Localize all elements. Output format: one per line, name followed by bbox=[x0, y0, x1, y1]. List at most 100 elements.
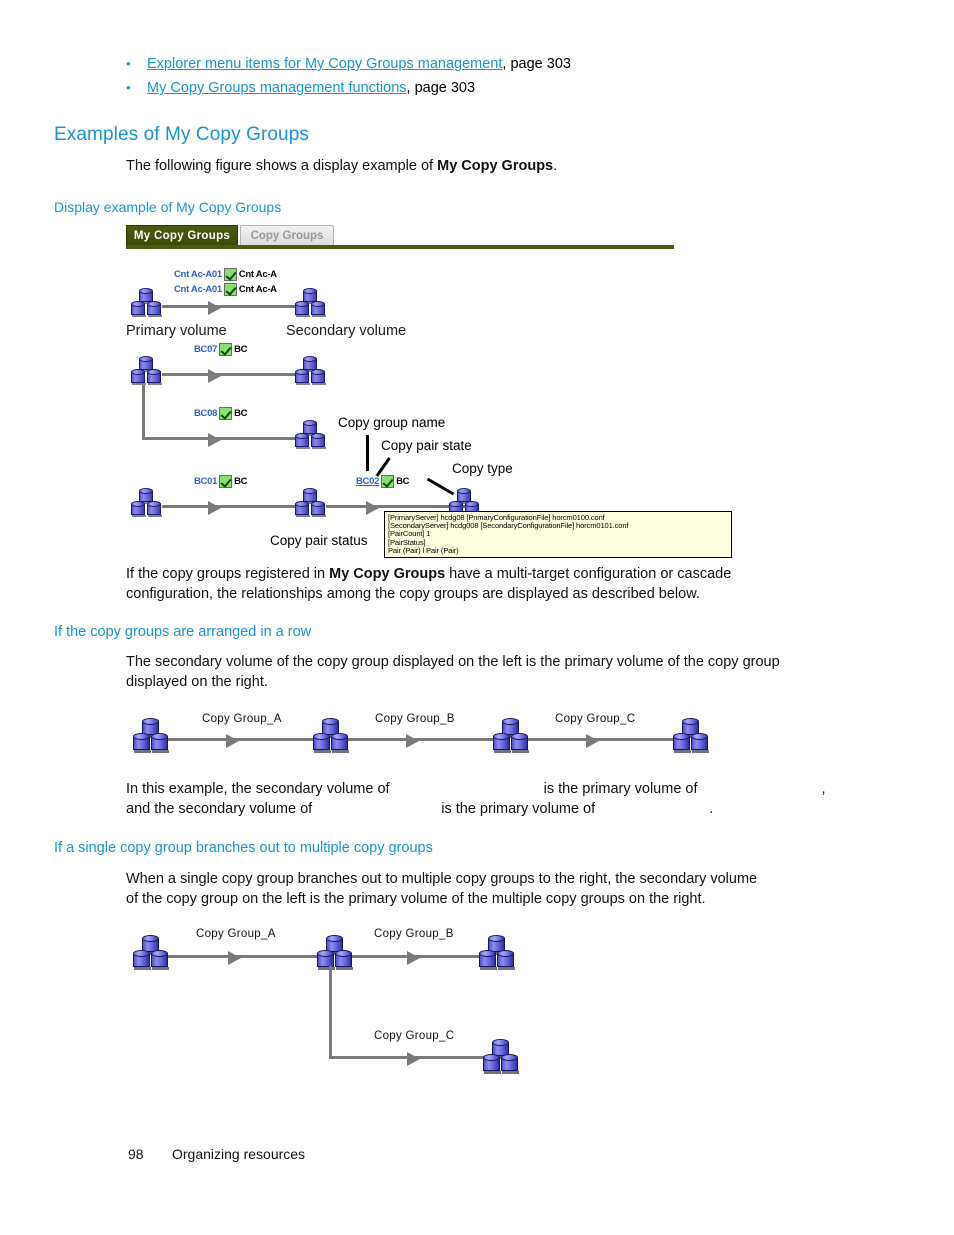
heading-branches-out: If a single copy group branches out to m… bbox=[54, 840, 433, 856]
volume-icon-row-1 bbox=[132, 717, 170, 753]
leader-line-copy-pair-state bbox=[375, 457, 391, 477]
volume-icon-branch-c bbox=[482, 1038, 520, 1074]
copy-type-label: BC bbox=[234, 408, 248, 419]
tab-bar: My Copy Groups Copy Groups bbox=[126, 225, 674, 249]
copy-group-name[interactable]: BC08 bbox=[194, 408, 217, 419]
page-ref: , page 303 bbox=[502, 56, 571, 72]
branch-connector-vertical bbox=[329, 966, 332, 1058]
row-example-paragraph: In this example, the secondary volume of… bbox=[126, 779, 826, 819]
connector-line bbox=[162, 373, 300, 376]
arrow-icon bbox=[407, 1052, 420, 1066]
secondary-volume-label: Secondary volume bbox=[286, 323, 407, 339]
row-para-line1: The secondary volume of the copy group d… bbox=[126, 654, 780, 670]
list-item: • My Copy Groups management functions, p… bbox=[126, 76, 826, 100]
tab-copy-groups[interactable]: Copy Groups bbox=[240, 225, 334, 245]
cross-reference-list: • Explorer menu items for My Copy Groups… bbox=[126, 52, 826, 100]
row-example-2b: is the primary volume of bbox=[441, 801, 596, 817]
intro-text-bold: My Copy Groups bbox=[437, 158, 554, 174]
heading-arranged-in-row: If the copy groups are arranged in a row bbox=[54, 624, 312, 640]
copy-type-label: BC bbox=[234, 344, 248, 355]
copy-group-label-cntaca01-1[interactable]: Cnt Ac-A01 Cnt Ac-A bbox=[174, 268, 277, 281]
copy-group-name[interactable]: BC02 bbox=[356, 476, 379, 487]
volume-icon-primary-4 bbox=[130, 487, 164, 519]
copy-group-label-bc02[interactable]: BC02 BC bbox=[356, 475, 410, 488]
multi-target-bold: My Copy Groups bbox=[329, 566, 446, 582]
arrow-icon bbox=[407, 951, 420, 965]
leader-line-copy-group-name bbox=[366, 435, 369, 471]
arrow-icon bbox=[226, 734, 239, 748]
volume-icon-secondary-3 bbox=[294, 419, 328, 451]
volume-icon-row-3 bbox=[492, 717, 530, 753]
branch-connector-horizontal bbox=[142, 437, 300, 440]
copy-group-label-cntaca01-2[interactable]: Cnt Ac-A01 Cnt Ac-A bbox=[174, 283, 277, 296]
branch-connector-vertical bbox=[142, 385, 145, 439]
branch-chain-diagram: Copy Group_A Copy Group_B Copy Group_C bbox=[126, 920, 556, 1085]
arrow-icon bbox=[586, 734, 599, 748]
branch-label-a: Copy Group_A bbox=[196, 928, 276, 940]
connector-line bbox=[168, 955, 318, 958]
branch-para-line2: of the copy group on the left is the pri… bbox=[126, 891, 706, 907]
volume-icon-middle-4 bbox=[294, 487, 328, 519]
page-number: 98 bbox=[128, 1146, 144, 1162]
row-example-1b: is the primary volume of bbox=[543, 781, 698, 797]
row-label-b: Copy Group_B bbox=[375, 713, 455, 725]
figure-caption: Display example of My Copy Groups bbox=[54, 199, 282, 215]
intro-paragraph: The following figure shows a display exa… bbox=[126, 156, 557, 176]
copy-pair-state-icon bbox=[381, 475, 395, 488]
volume-icon-secondary-2 bbox=[294, 355, 328, 387]
row-example-2a: and the secondary volume of bbox=[126, 801, 313, 817]
copy-group-name[interactable]: Cnt Ac-A01 bbox=[174, 284, 222, 295]
row-chain-diagram: Copy Group_A Copy Group_B Copy Group_C bbox=[126, 705, 746, 765]
row-example-1a: In this example, the secondary volume of bbox=[126, 781, 390, 797]
annotation-copy-type: Copy type bbox=[452, 461, 513, 476]
volume-icon-branch-middle bbox=[316, 934, 354, 970]
copy-group-label-bc08[interactable]: BC08 BC bbox=[194, 407, 248, 420]
primary-volume-label: Primary volume bbox=[126, 323, 227, 339]
copy-group-name[interactable]: Cnt Ac-A01 bbox=[174, 269, 222, 280]
volume-icon-row-2 bbox=[312, 717, 350, 753]
copy-group-name[interactable]: BC07 bbox=[194, 344, 217, 355]
link-management-functions[interactable]: My Copy Groups management functions bbox=[147, 76, 407, 100]
multi-target-line2: configuration, the relationships among t… bbox=[126, 586, 700, 602]
copy-pair-state-icon bbox=[223, 283, 237, 296]
page-title: Examples of My Copy Groups bbox=[54, 124, 309, 145]
tooltip-line: Pair (Pair) l Pair (Pair) bbox=[388, 545, 459, 555]
volume-icon-branch-source bbox=[132, 934, 170, 970]
bullet-icon: • bbox=[126, 80, 131, 95]
row-example-2c: . bbox=[709, 801, 714, 817]
intro-text-post: . bbox=[553, 158, 558, 174]
volume-icon-row-4 bbox=[672, 717, 710, 753]
copy-group-label-bc01[interactable]: BC01 BC bbox=[194, 475, 248, 488]
volume-icon-branch-b bbox=[478, 934, 516, 970]
tab-my-copy-groups[interactable]: My Copy Groups bbox=[126, 225, 238, 245]
connector-line bbox=[528, 738, 674, 741]
link-explorer-menu-items[interactable]: Explorer menu items for My Copy Groups m… bbox=[147, 52, 502, 76]
copy-pair-status-tooltip: [PrimaryServer] hcdg08 [PrimaryConfigura… bbox=[384, 511, 732, 559]
branch-label-b: Copy Group_B bbox=[374, 928, 454, 940]
connector-line bbox=[326, 505, 466, 508]
volume-icon-primary-1 bbox=[130, 287, 164, 319]
branch-label-c: Copy Group_C bbox=[374, 1030, 455, 1042]
row-para-line2: displayed on the right. bbox=[126, 674, 268, 690]
copy-group-name[interactable]: BC01 bbox=[194, 476, 217, 487]
intro-text-pre: The following figure shows a display exa… bbox=[126, 158, 438, 174]
arrow-icon bbox=[208, 369, 221, 383]
copy-pair-state-icon bbox=[219, 475, 233, 488]
volume-icon-primary-2 bbox=[130, 355, 164, 387]
branch-explanation-paragraph: When a single copy group branches out to… bbox=[126, 869, 826, 909]
my-copy-groups-figure: My Copy Groups Copy Groups Cnt Ac-A01 Cn… bbox=[126, 225, 826, 559]
copy-type-label: Cnt Ac-A bbox=[238, 284, 277, 295]
connector-line bbox=[162, 505, 300, 508]
arrow-icon bbox=[208, 501, 221, 515]
page-ref: , page 303 bbox=[406, 80, 476, 96]
annotation-copy-pair-state: Copy pair state bbox=[381, 438, 472, 453]
annotation-copy-group-name: Copy group name bbox=[338, 415, 446, 430]
multi-target-post: have a multi-target configuration or cas… bbox=[445, 566, 732, 582]
row-example-1c: , bbox=[821, 781, 826, 797]
bullet-icon: • bbox=[126, 56, 131, 71]
copy-pair-state-icon bbox=[219, 407, 233, 420]
copy-pair-state-icon bbox=[219, 343, 233, 356]
copy-group-label-bc07[interactable]: BC07 BC bbox=[194, 343, 248, 356]
copy-type-label: BC bbox=[396, 476, 410, 487]
branch-para-line1: When a single copy group branches out to… bbox=[126, 871, 758, 887]
